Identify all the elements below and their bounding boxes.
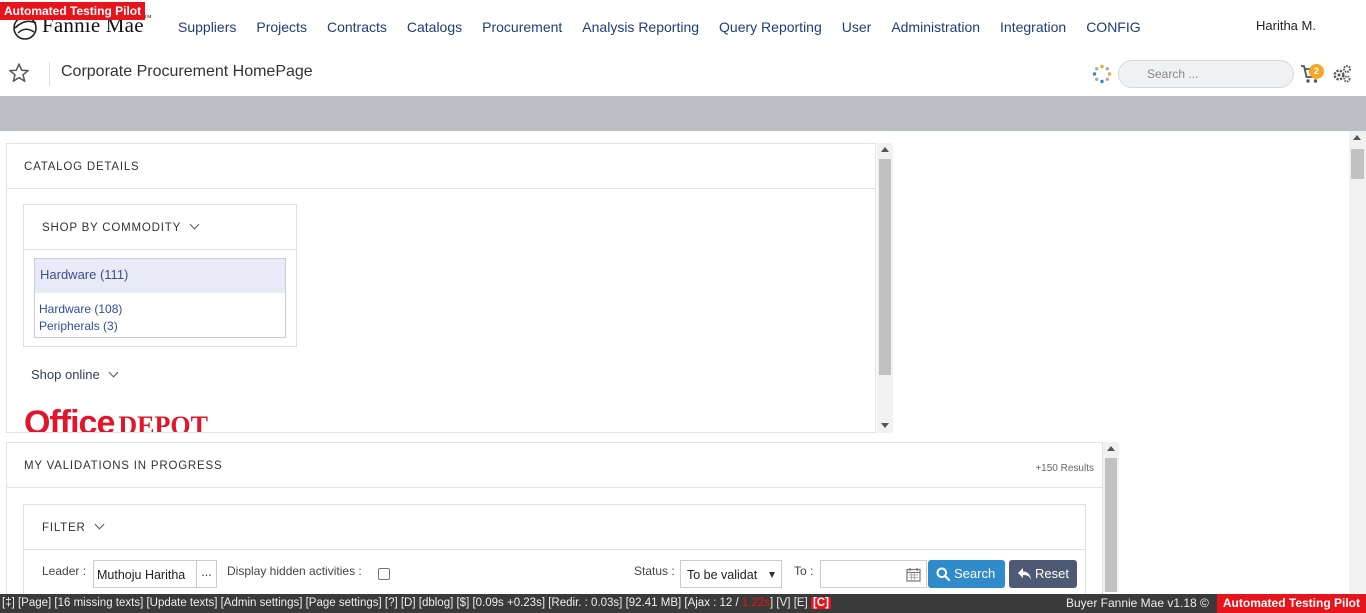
top-navigation: Automated Testing Pilot Fannie Mae™ Supp… (0, 0, 1366, 52)
nav-contracts[interactable]: Contracts (317, 18, 397, 36)
nav-analysis-reporting[interactable]: Analysis Reporting (572, 18, 709, 36)
nav-config[interactable]: CONFIG (1076, 18, 1150, 36)
commodity-list: Hardware (111) Hardware (108) Peripheral… (34, 258, 286, 338)
results-count: +150 Results (1035, 463, 1094, 474)
nav-procurement[interactable]: Procurement (472, 18, 572, 36)
shop-online-toggle[interactable]: Shop online (31, 367, 119, 382)
catalog-details-title: CATALOG DETAILS (7, 144, 875, 189)
cart-count-badge: 2 (1309, 64, 1324, 79)
chevron-down-icon (189, 219, 200, 230)
commodity-item-peripherals[interactable]: Peripherals (3) (35, 318, 285, 335)
search-button[interactable]: Search (928, 560, 1005, 588)
page-header-bar: Corporate Procurement HomePage Search ..… (0, 52, 1366, 96)
settings-cogs-icon[interactable] (1332, 64, 1352, 84)
chevron-down-icon (108, 367, 119, 378)
debug-ajax-time: 1.22s (741, 597, 771, 609)
status-select[interactable]: To be validat (680, 560, 782, 588)
page-scrollbar[interactable] (1349, 131, 1366, 593)
user-menu[interactable]: Haritha M. (1256, 18, 1316, 33)
hidden-activities-checkbox[interactable] (378, 568, 390, 580)
nav-catalogs[interactable]: Catalogs (397, 18, 472, 36)
global-search-input[interactable]: Search ... (1118, 60, 1294, 88)
catalog-scrollbar[interactable] (877, 143, 893, 433)
filter-toggle[interactable]: FILTER (24, 505, 1085, 550)
header-band (0, 96, 1366, 131)
debug-c-button[interactable]: [C] (810, 597, 831, 609)
validations-panel: MY VALIDATIONS IN PROGRESS +150 Results … (6, 442, 1103, 602)
caret-down-icon (769, 572, 775, 578)
reply-arrow-icon (1018, 568, 1031, 580)
calendar-icon[interactable] (906, 567, 921, 582)
filter-box: FILTER Leader : Muthoju Haritha ... Disp… (23, 504, 1087, 601)
debug-toolbar: [‡] [Page] [16 missing texts] [Update te… (0, 594, 1366, 613)
leader-picker-button[interactable]: ... (196, 561, 216, 587)
validations-scrollbar[interactable] (1103, 442, 1119, 592)
scroll-up-icon[interactable] (1353, 135, 1361, 140)
scrollbar-thumb[interactable] (879, 159, 891, 375)
scrollbar-thumb[interactable] (1351, 149, 1364, 179)
nav-integration[interactable]: Integration (990, 18, 1076, 36)
nav-user[interactable]: User (832, 18, 882, 36)
nav-administration[interactable]: Administration (881, 18, 990, 36)
nav-suppliers[interactable]: Suppliers (168, 18, 246, 36)
status-label: Status : (634, 564, 675, 578)
to-date-input[interactable] (820, 560, 927, 588)
scroll-up-icon[interactable] (1107, 446, 1115, 451)
validations-title: MY VALIDATIONS IN PROGRESS (7, 443, 1102, 488)
version-text: Buyer Fannie Mae v1.18 © (1065, 596, 1209, 610)
nav-projects[interactable]: Projects (246, 18, 317, 36)
debug-links-tail[interactable]: ] [V] [E] (770, 597, 811, 609)
shop-by-commodity-box: SHOP BY COMMODITY Hardware (111) Hardwar… (23, 204, 297, 347)
commodity-item-hardware[interactable]: Hardware (108) (35, 301, 285, 318)
debug-right: Buyer Fannie Mae v1.18 © Automated Testin… (1066, 594, 1366, 613)
main-nav: Suppliers Projects Contracts Catalogs Pr… (168, 18, 1151, 36)
office-depot-logo[interactable]: Office DEPOT (24, 404, 208, 432)
page-title: Corporate Procurement HomePage (61, 63, 313, 80)
leader-input[interactable]: Muthoju Haritha ... (93, 560, 217, 588)
search-icon (936, 567, 950, 581)
leader-label: Leader : (42, 564, 87, 578)
automated-testing-badge: Automated Testing Pilot (0, 2, 146, 20)
filter-row: Leader : Muthoju Haritha ... Display hid… (24, 559, 1087, 589)
scrollbar-thumb[interactable] (1105, 458, 1117, 592)
scroll-down-icon[interactable] (881, 423, 889, 428)
debug-links[interactable]: [‡] [Page] [16 missing texts] [Update te… (2, 597, 742, 609)
chevron-down-icon (94, 519, 105, 530)
automated-testing-badge-footer: Automated Testing Pilot (1216, 594, 1366, 613)
scroll-up-icon[interactable] (881, 147, 889, 152)
star-icon[interactable] (8, 62, 30, 84)
nav-query-reporting[interactable]: Query Reporting (709, 18, 832, 36)
reset-button[interactable]: Reset (1009, 560, 1077, 588)
divider (49, 62, 50, 86)
to-label: To : (794, 564, 814, 578)
hidden-activities-label: Display hidden activities : (227, 564, 362, 578)
commodity-selected-hardware[interactable]: Hardware (111) (35, 259, 285, 293)
catalog-details-panel: CATALOG DETAILS SHOP BY COMMODITY Hardwa… (6, 143, 876, 433)
loading-spinner-icon (1092, 64, 1112, 84)
shop-by-commodity-toggle[interactable]: SHOP BY COMMODITY (24, 205, 296, 250)
